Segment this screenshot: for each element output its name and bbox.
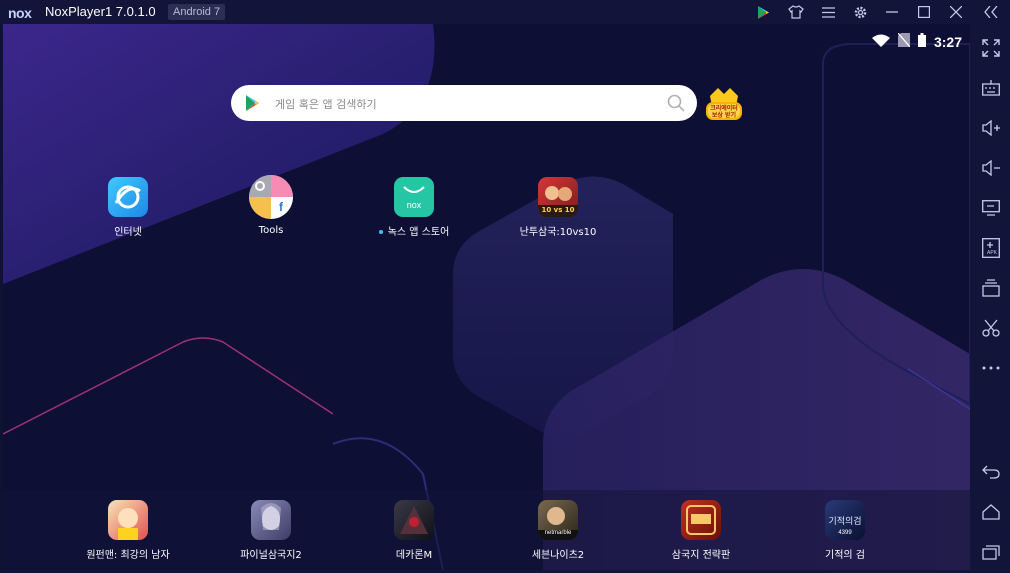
back-icon[interactable]: [981, 462, 1001, 482]
app-tools[interactable]: f Tools: [216, 175, 326, 236]
title-bar: nox NoxPlayer1 7.0.1.0 Android 7: [0, 0, 1010, 24]
nox-store-icon: nox: [394, 177, 434, 217]
close-icon[interactable]: [947, 3, 965, 21]
creator-reward-promo[interactable]: 크리에이터 보상 받기: [704, 82, 744, 124]
scissors-icon[interactable]: [981, 318, 1001, 338]
app-label: 녹스 앱 스토어: [387, 227, 450, 238]
onepunch-icon: [108, 500, 148, 540]
browser-icon: [108, 177, 148, 217]
netmarble-badge: netmarble: [544, 530, 572, 536]
volume-up-icon[interactable]: [981, 118, 1001, 138]
promo-line1: 크리에이터: [710, 105, 738, 112]
dock-app-onepunch[interactable]: 원펀맨: 최강의 남자: [73, 500, 183, 561]
recent-apps-icon[interactable]: [981, 542, 1001, 562]
window-title: NoxPlayer1 7.0.1.0: [45, 4, 156, 19]
app-dock: 원펀맨: 최강의 남자 파이널삼국지2 데카론M netmarble 세븐나이츠…: [3, 490, 970, 570]
home-icon[interactable]: [981, 502, 1001, 522]
app-label: 세븐나이츠2: [531, 550, 585, 561]
android-screen[interactable]: 3:27 크리에이터 보상 받기 인터넷: [3, 24, 970, 570]
volume-down-icon[interactable]: [981, 158, 1001, 178]
app-label: 기적의 검: [825, 550, 865, 561]
dock-app-seven-knights[interactable]: netmarble 세븐나이츠2: [503, 500, 613, 561]
dock-app-miracle-sword[interactable]: 기적의검 4399 기적의 검: [790, 500, 900, 561]
more-icon[interactable]: [981, 358, 1001, 378]
dock-app-three-kingdoms-strategy[interactable]: 삼국지 전략판: [646, 500, 756, 561]
app-nox-store[interactable]: nox 녹스 앱 스토어: [359, 177, 469, 238]
app-label: 난투삼국:10vs10: [519, 227, 597, 238]
game-badge: 10 vs 10: [541, 206, 575, 214]
minimize-icon[interactable]: [883, 3, 901, 21]
final-three-kingdoms-icon: [251, 500, 291, 540]
app-label: 인터넷: [114, 227, 142, 238]
nox-store-icon-text: nox: [406, 200, 422, 210]
seven-knights-icon: netmarble: [538, 500, 578, 540]
game-icon: 10 vs 10: [538, 177, 578, 217]
dekaron-icon: [394, 500, 434, 540]
maximize-icon[interactable]: [915, 3, 933, 21]
search-bar[interactable]: [231, 85, 697, 123]
menu-icon[interactable]: [819, 3, 837, 21]
three-kingdoms-strategy-icon: [681, 500, 721, 540]
miracle-sword-title: 기적의검: [828, 517, 862, 527]
promo-line2: 보상 받기: [711, 112, 737, 119]
new-install-dot: [378, 230, 383, 234]
search-input[interactable]: [273, 85, 657, 123]
screen-icon[interactable]: [981, 198, 1001, 218]
android-version-badge: Android 7: [168, 4, 226, 20]
app-nantu-samguk[interactable]: 10 vs 10 난투삼국:10vs10: [503, 177, 613, 238]
tools-icon: f: [249, 175, 293, 219]
app-label: Tools: [258, 225, 284, 236]
keyboard-icon[interactable]: [981, 78, 1001, 98]
miracle-sword-icon: 기적의검 4399: [825, 500, 865, 540]
play-store-icon: [245, 94, 261, 116]
app-label: 파이널삼국지2: [240, 550, 302, 561]
dock-app-final-three-kingdoms[interactable]: 파이널삼국지2: [216, 500, 326, 561]
status-clock: 3:27: [933, 33, 962, 50]
shirt-icon[interactable]: [787, 3, 805, 21]
wifi-icon: [871, 32, 890, 51]
play-store-icon[interactable]: [755, 3, 773, 21]
collapse-icon[interactable]: [982, 3, 1000, 21]
app-label: 원펀맨: 최강의 남자: [86, 550, 170, 561]
gear-icon[interactable]: [851, 3, 869, 21]
4399-badge: 4399: [838, 530, 852, 536]
fullscreen-icon[interactable]: [981, 38, 1001, 58]
app-label: 삼국지 전략판: [671, 550, 731, 561]
apk-label: APK: [987, 250, 998, 256]
app-internet[interactable]: 인터넷: [73, 177, 183, 238]
battery-icon: [917, 32, 926, 51]
dock-app-dekaron[interactable]: 데카론M: [359, 500, 469, 561]
android-status-bar: 3:27: [871, 32, 962, 51]
apk-install-icon[interactable]: APK: [981, 238, 1001, 258]
search-icon[interactable]: [667, 94, 685, 116]
nox-logo: nox: [8, 5, 32, 21]
right-toolbar: APK: [970, 24, 1010, 573]
no-sim-icon: [897, 32, 911, 51]
multi-instance-icon[interactable]: [981, 278, 1001, 298]
app-label: 데카론M: [395, 550, 433, 561]
